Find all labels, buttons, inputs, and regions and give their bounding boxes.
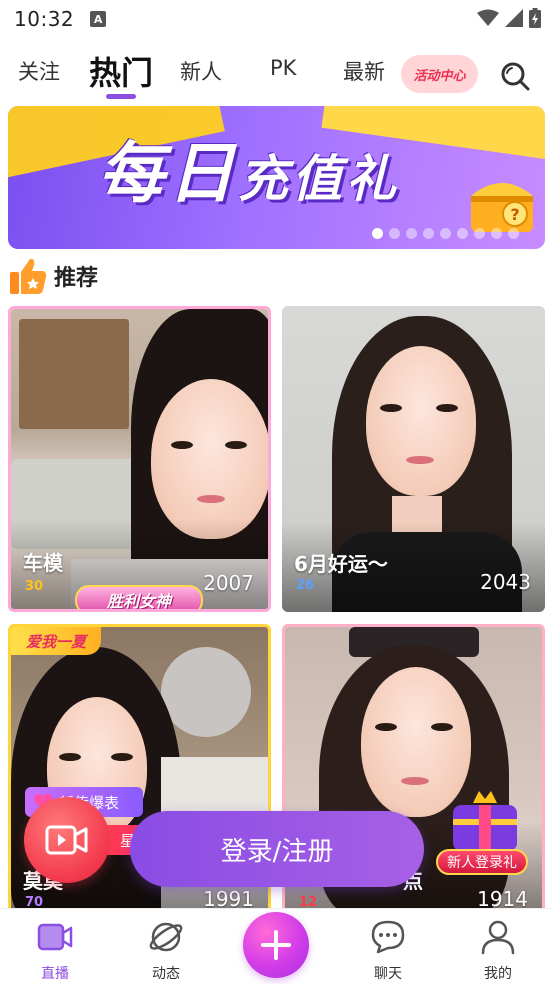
- activity-center-button[interactable]: 活动中心: [401, 55, 478, 93]
- tab-newcomer[interactable]: 新人: [180, 56, 222, 86]
- winner-badge: 胜利女神: [75, 585, 203, 609]
- notification-icon: A: [90, 11, 107, 27]
- nav-chat-label: 聊天: [374, 966, 402, 982]
- banner-dot[interactable]: [474, 228, 485, 239]
- banner-dot[interactable]: [423, 228, 434, 239]
- banner-dot[interactable]: [406, 228, 417, 239]
- nav-live-label: 直播: [41, 966, 69, 982]
- live-card[interactable]: 车模 30 2007 胜利女神: [8, 306, 271, 612]
- card-eye: [375, 723, 397, 731]
- status-icons: [477, 8, 541, 28]
- chat-icon: [371, 920, 405, 954]
- card-lips: [401, 777, 429, 785]
- search-icon[interactable]: [499, 61, 531, 91]
- status-bar: 10:32 A: [0, 0, 553, 38]
- status-time: 10:32: [14, 7, 75, 31]
- banner-dot[interactable]: [372, 228, 383, 239]
- tab-hot[interactable]: 热门: [89, 48, 153, 94]
- banner-dot[interactable]: [440, 228, 451, 239]
- tab-follow[interactable]: 关注: [18, 56, 60, 86]
- card-eye: [436, 404, 458, 412]
- banner-title-small: 充值礼: [238, 150, 400, 208]
- banner-title-big: 每日: [98, 135, 238, 212]
- card-level: 26: [296, 578, 315, 593]
- thumbs-up-icon: [10, 258, 47, 294]
- nav-profile[interactable]: 我的: [453, 909, 543, 984]
- card-viewer-count: 2007: [203, 571, 254, 595]
- nav-moments[interactable]: 动态: [121, 909, 211, 984]
- banner-title: 每日充值礼: [98, 120, 400, 216]
- tab-pk[interactable]: PK: [270, 56, 296, 80]
- card-balloon: [161, 647, 251, 737]
- nav-moments-label: 动态: [152, 966, 180, 982]
- wifi-icon: [477, 9, 499, 26]
- planet-icon: [149, 922, 183, 952]
- section-title: 推荐: [54, 266, 99, 291]
- card-face: [151, 379, 268, 539]
- banner-dot[interactable]: [457, 228, 468, 239]
- profile-icon: [481, 920, 515, 955]
- top-tabs: 关注 热门 新人 PK 最新 活动中心: [0, 48, 553, 100]
- gift-chest-icon: [453, 791, 517, 851]
- banner-pagination: [372, 228, 519, 239]
- card-name: 6月好运～: [294, 552, 388, 576]
- nav-profile-label: 我的: [484, 966, 512, 982]
- card-lips: [197, 495, 225, 503]
- promo-banner[interactable]: 每日充值礼 ?: [8, 106, 545, 249]
- card-viewer-count: 2043: [480, 570, 531, 594]
- video-camera-icon: [45, 825, 88, 855]
- card-eye: [111, 753, 133, 761]
- recommend-header: 推荐: [8, 256, 98, 296]
- card-eye: [225, 441, 247, 449]
- live-card[interactable]: 6月好运～ 26 2043: [282, 306, 545, 612]
- card-eye: [171, 441, 193, 449]
- card-face: [366, 346, 476, 496]
- card-eye: [431, 723, 453, 731]
- newbie-gift-tag[interactable]: 新人登录礼: [436, 849, 528, 875]
- svg-text:?: ?: [510, 205, 519, 224]
- card-eye: [380, 404, 402, 412]
- nav-chat[interactable]: 聊天: [343, 909, 433, 984]
- battery-icon: [529, 8, 541, 28]
- banner-dot[interactable]: [389, 228, 400, 239]
- banner-dot[interactable]: [508, 228, 519, 239]
- card-eye: [59, 753, 81, 761]
- start-live-button[interactable]: [24, 797, 110, 883]
- create-button[interactable]: [243, 912, 309, 978]
- card-level: 30: [25, 579, 44, 594]
- video-icon: [37, 923, 73, 951]
- tab-latest[interactable]: 最新: [343, 56, 385, 86]
- nav-live[interactable]: 直播: [10, 909, 100, 984]
- login-register-button[interactable]: 登录/注册: [130, 811, 424, 887]
- plus-icon: [261, 930, 291, 960]
- signal-icon: [505, 9, 523, 27]
- corner-badge: 爱我一夏: [11, 627, 101, 655]
- banner-dot[interactable]: [491, 228, 502, 239]
- card-background-door: [19, 319, 129, 429]
- active-tab-indicator: [106, 94, 136, 99]
- card-name: 车模: [23, 551, 63, 575]
- card-lips: [406, 456, 434, 464]
- treasure-chest-icon: ?: [471, 183, 533, 232]
